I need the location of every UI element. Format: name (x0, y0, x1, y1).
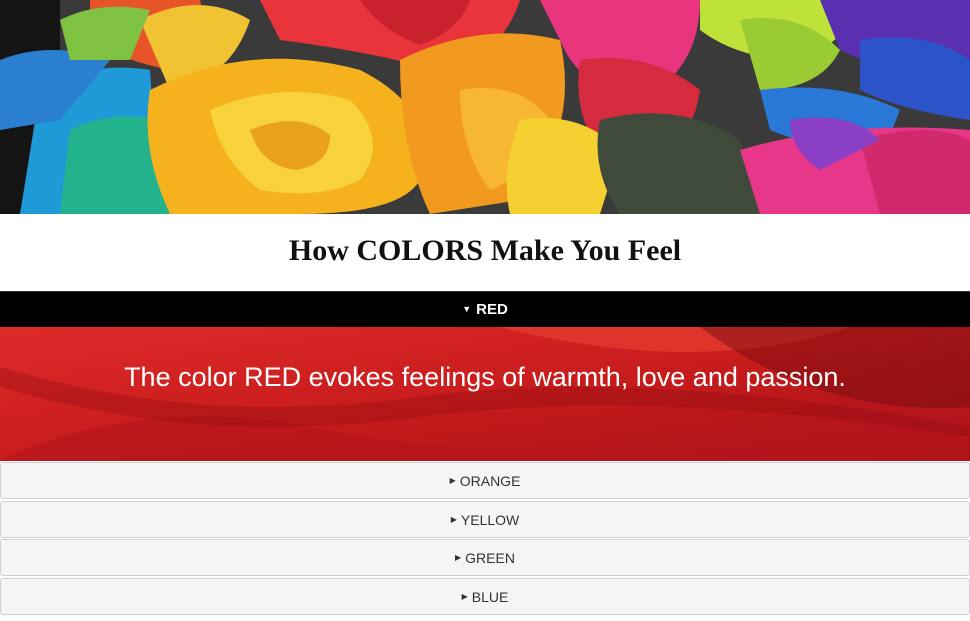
accordion-header-yellow[interactable]: ▶ YELLOW (0, 501, 970, 538)
hero-image (0, 0, 970, 214)
accordion-panel-red: The color RED evokes feelings of warmth,… (0, 327, 970, 461)
accordion-label-green: GREEN (465, 549, 515, 566)
accordion-content-red: The color RED evokes feelings of warmth,… (124, 362, 846, 392)
accordion-header-red[interactable]: ▼ RED (0, 291, 970, 327)
accordion-header-green[interactable]: ▶ GREEN (0, 539, 970, 576)
accordion-label-orange: ORANGE (459, 472, 521, 489)
caret-right-icon: ▶ (450, 515, 457, 524)
accordion-label-blue: BLUE (471, 588, 509, 605)
rainbow-rose-image (0, 0, 970, 214)
caret-down-icon: ▼ (462, 303, 472, 314)
caret-right-icon: ▶ (449, 476, 456, 485)
page-title: How COLORS Make You Feel (288, 234, 682, 267)
accordion-label-red: RED (476, 301, 508, 318)
accordion-header-orange[interactable]: ▶ ORANGE (0, 462, 970, 499)
accordion-header-blue[interactable]: ▶ BLUE (0, 578, 970, 615)
caret-right-icon: ▶ (461, 592, 468, 601)
caret-right-icon: ▶ (455, 553, 462, 562)
accordion-label-yellow: YELLOW (460, 511, 520, 528)
